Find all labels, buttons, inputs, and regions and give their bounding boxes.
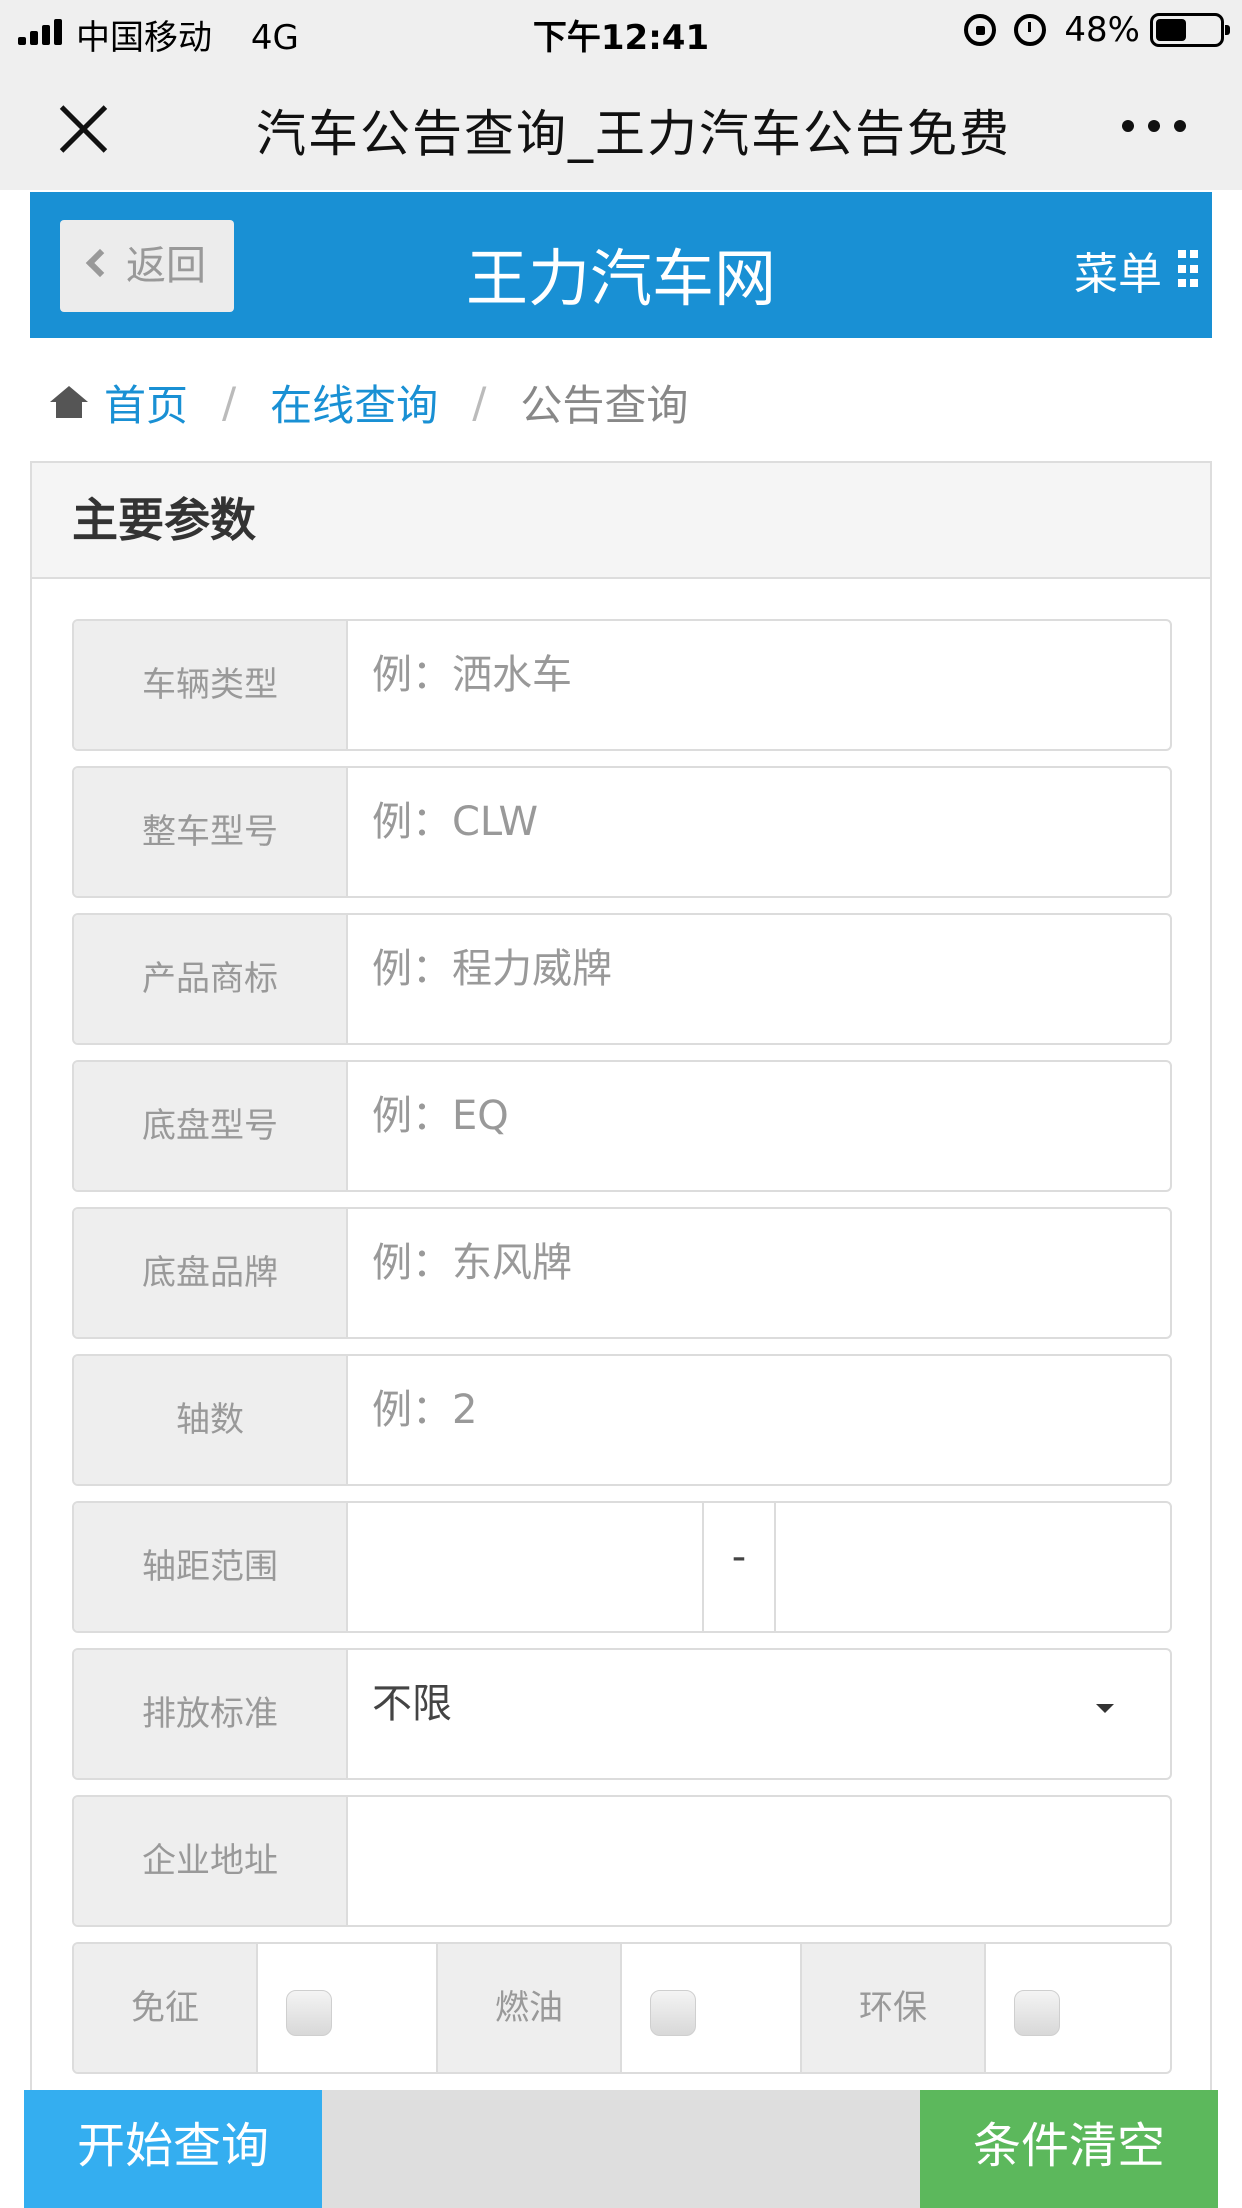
breadcrumb: 首页 / 在线查询 / 公告查询 <box>50 372 688 432</box>
breadcrumb-online-query[interactable]: 在线查询 <box>270 372 438 433</box>
alarm-icon <box>1014 14 1047 46</box>
field-axle-count: 轴数 例：2 <box>72 1354 1172 1486</box>
breadcrumb-current: 公告查询 <box>520 380 689 430</box>
field-label: 底盘品牌 <box>74 1209 348 1337</box>
fuel-checkbox[interactable] <box>650 1990 696 2036</box>
home-icon <box>50 386 88 418</box>
menu-button[interactable]: 菜单 <box>1074 238 1198 302</box>
menu-label: 菜单 <box>1074 249 1162 300</box>
field-chassis-model: 底盘型号 例：EQ <box>72 1060 1172 1192</box>
field-address: 企业地址 <box>72 1795 1172 1927</box>
battery-percent: 48% <box>1064 10 1140 50</box>
caret-down-icon <box>1096 1704 1114 1713</box>
battery-icon <box>1150 13 1230 47</box>
grid-icon <box>1178 250 1198 290</box>
exempt-checkbox[interactable] <box>286 1990 332 2036</box>
page-title: 汽车公告查询_王力汽车公告免费 <box>256 105 1006 163</box>
breadcrumb-separator: / <box>472 377 487 427</box>
field-wheelbase: 轴距范围 - <box>72 1501 1172 1633</box>
field-label: 车辆类型 <box>74 621 348 749</box>
chassis-brand-input[interactable]: 例：东风牌 <box>372 1209 572 1337</box>
model-input[interactable]: 例：CLW <box>372 768 538 896</box>
field-label: 产品商标 <box>74 915 348 1043</box>
field-emission: 排放标准 不限 <box>72 1648 1172 1780</box>
axle-count-input[interactable]: 例：2 <box>372 1356 477 1484</box>
wheelbase-min-input[interactable] <box>372 1503 702 1631</box>
field-chassis-brand: 底盘品牌 例：东风牌 <box>72 1207 1172 1339</box>
more-icon[interactable] <box>1122 120 1186 134</box>
bottom-action-bar: 开始查询 条件清空 <box>24 2090 1218 2208</box>
field-vehicle-type: 车辆类型 例：洒水车 <box>72 619 1172 751</box>
start-search-button[interactable]: 开始查询 <box>24 2090 322 2208</box>
panel-heading: 主要参数 <box>32 463 1210 579</box>
clear-conditions-button[interactable]: 条件清空 <box>920 2090 1218 2208</box>
breadcrumb-separator: / <box>222 377 237 427</box>
field-label: 轴距范围 <box>74 1503 348 1631</box>
field-label: 企业地址 <box>74 1797 348 1925</box>
field-brand: 产品商标 例：程力威牌 <box>72 913 1172 1045</box>
breadcrumb-home[interactable]: 首页 <box>104 372 188 433</box>
field-model: 整车型号 例：CLW <box>72 766 1172 898</box>
field-label: 底盘型号 <box>74 1062 348 1190</box>
exempt-cell <box>256 1944 438 2072</box>
site-header: 返回 王力汽车网 菜单 <box>30 192 1212 338</box>
brand-input[interactable]: 例：程力威牌 <box>372 915 612 1043</box>
field-label: 轴数 <box>74 1356 348 1484</box>
check-label-fuel: 燃油 <box>438 1944 620 2072</box>
wheelbase-max-input[interactable] <box>780 1503 1170 1631</box>
emission-select[interactable]: 不限 <box>372 1650 1152 1778</box>
battery-fill <box>1156 19 1186 41</box>
browser-nav-bar: 汽车公告查询_王力汽车公告免费 <box>0 62 1242 190</box>
field-label: 排放标准 <box>74 1650 348 1778</box>
main-params-panel: 主要参数 车辆类型 例：洒水车 整车型号 例：CLW 产品商标 例：程力威牌 底… <box>30 461 1212 2208</box>
field-checkboxes: 免征 燃油 环保 <box>72 1942 1172 2074</box>
rotation-lock-icon <box>964 14 997 46</box>
eco-cell <box>984 1944 1170 2072</box>
fuel-cell <box>620 1944 802 2072</box>
chassis-model-input[interactable]: 例：EQ <box>372 1062 509 1190</box>
vehicle-type-input[interactable]: 例：洒水车 <box>372 621 572 749</box>
check-label-exempt: 免征 <box>74 1944 256 2072</box>
status-bar: 中国移动 4G 下午12:41 48% <box>0 0 1242 62</box>
site-title: 王力汽车网 <box>465 242 776 315</box>
screen: 中国移动 4G 下午12:41 48% 汽车公告查询_王力汽车公告免费 返回 王… <box>0 0 1242 2208</box>
close-icon[interactable] <box>56 102 110 156</box>
check-label-eco: 环保 <box>802 1944 984 2072</box>
address-input[interactable] <box>372 1797 1162 1925</box>
range-separator: - <box>702 1503 776 1631</box>
field-label: 整车型号 <box>74 768 348 896</box>
eco-checkbox[interactable] <box>1014 1990 1060 2036</box>
